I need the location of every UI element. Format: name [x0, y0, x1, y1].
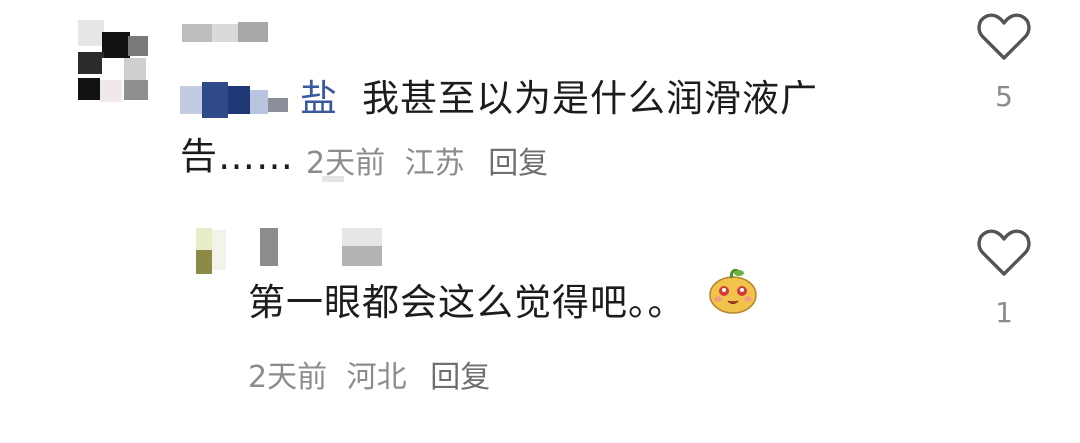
like-button[interactable]: 1 [974, 228, 1034, 329]
reply-button[interactable]: 回复 [430, 360, 490, 395]
mention-blur [180, 82, 290, 120]
like-button[interactable]: 5 [974, 12, 1034, 113]
divider-mark [322, 176, 344, 182]
like-count: 5 [995, 80, 1013, 113]
like-count: 1 [995, 296, 1013, 329]
comment-text: 盐我甚至以为是什么润滑液广 [300, 68, 818, 130]
heart-outline-icon [977, 13, 1031, 60]
reply-button[interactable]: 回复 [488, 146, 548, 181]
comment-line-1: 我甚至以为是什么润滑液广 [362, 77, 818, 120]
avatar[interactable] [188, 224, 244, 280]
avatar[interactable] [72, 14, 152, 106]
comment-text-continued: 告…… [180, 126, 294, 188]
comment-time: 2天前 [306, 146, 386, 181]
reply-location: 河北 [346, 360, 407, 395]
reply-text-content: 第一眼都会这么觉得吧。。 [248, 281, 686, 324]
username[interactable] [182, 20, 272, 46]
heart-outline-icon [977, 229, 1031, 276]
username-suffix: 盐 [300, 77, 338, 120]
username[interactable] [260, 228, 390, 268]
blushing-mascot-emoji [708, 268, 758, 333]
reply-text: 第一眼都会这么觉得吧。。 [248, 268, 758, 337]
comment-line-2: 告…… [180, 135, 294, 178]
comment-location: 江苏 [404, 146, 465, 181]
reply-time: 2天前 [248, 360, 328, 395]
reply-meta: 2天前 河北 回复 [248, 352, 490, 396]
